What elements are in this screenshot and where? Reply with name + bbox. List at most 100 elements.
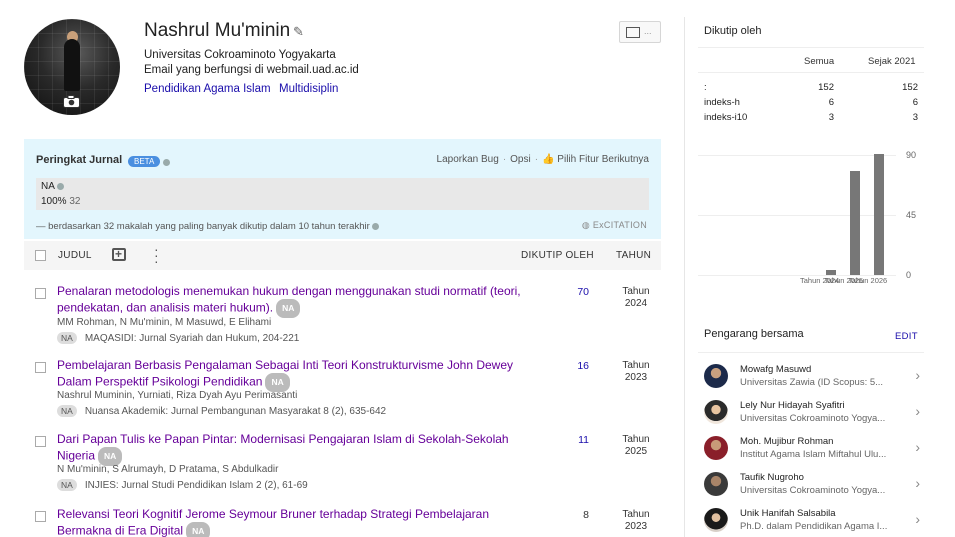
article-checkbox[interactable] <box>35 436 46 447</box>
report-bug-link[interactable]: Laporkan Bug <box>437 154 499 165</box>
camera-icon[interactable] <box>63 95 80 108</box>
coauthor-name: Taufik Nugroho <box>740 472 804 483</box>
chevron-right-icon: › <box>915 511 920 527</box>
cited-row-since: 152 <box>902 82 918 93</box>
coauthor-item[interactable]: Lely Nur Hidayah Syafitri Universitas Co… <box>704 398 920 428</box>
chart-ytick: 0 <box>906 270 912 280</box>
year-label: Tahun <box>622 286 650 297</box>
cited-count-link[interactable]: 16 <box>569 360 589 372</box>
interest-link[interactable]: Multidisiplin <box>279 83 338 95</box>
rank-count: 32 <box>69 196 81 207</box>
coauthor-avatar <box>704 400 728 424</box>
more-options-icon[interactable]: · · · <box>154 242 159 268</box>
article-authors: MM Rohman, N Mu'minin, M Masuwd, E Eliha… <box>57 317 272 328</box>
coauthors-divider <box>698 352 924 353</box>
chevron-right-icon: › <box>915 439 920 455</box>
chevron-right-icon: › <box>915 475 920 491</box>
coauthor-affiliation: Ph.D. dalam Pendidikan Agama I... <box>740 521 888 532</box>
na-badge: NA <box>186 522 211 537</box>
article-year: 2024 <box>624 298 648 309</box>
article-year: 2023 <box>624 372 648 383</box>
cited-by-title: Dikutip oleh <box>704 25 762 37</box>
year-label: Tahun <box>622 509 650 520</box>
coauthor-avatar <box>704 436 728 460</box>
thumbs-up-icon: 👍 <box>542 154 555 165</box>
chart-xtick: Tahun 2026 <box>848 276 888 285</box>
cited-row-label: : <box>704 82 707 93</box>
chevron-right-icon: › <box>915 367 920 383</box>
article-venue: Nuansa Akademik: Jurnal Pembangunan Masy… <box>84 406 387 417</box>
chart-bar[interactable] <box>850 171 860 275</box>
excitation-brand: ExCITATION <box>592 220 647 230</box>
cited-count-link[interactable]: 70 <box>569 286 589 298</box>
coauthor-name: Mowafg Masuwd <box>740 364 812 375</box>
sort-title-button[interactable]: JUDUL <box>58 250 92 261</box>
help-icon[interactable] <box>57 182 65 190</box>
sort-cited-button[interactable]: DIKUTIP OLEH <box>521 250 594 261</box>
article-title[interactable]: Dari Papan Tulis ke Papan Pintar: Modern… <box>57 432 509 463</box>
coauthor-item[interactable]: Mowafg Masuwd Universitas Zawia (ID Scop… <box>704 362 920 392</box>
cited-by-header: Semua Sejak 2021 <box>698 47 924 73</box>
coauthor-avatar <box>704 472 728 496</box>
coauthor-name: Lely Nur Hidayah Syafitri <box>740 400 845 411</box>
edit-pencil-icon[interactable]: ✎ <box>293 24 304 40</box>
article-venue: INJIES: Jurnal Studi Pendidikan Islam 2 … <box>84 480 308 491</box>
na-badge: NA <box>57 405 77 417</box>
beta-badge: BETA <box>128 156 161 167</box>
chart-gridline <box>698 215 896 216</box>
article-authors: Nashrul Muminin, Yurniati, Riza Dyah Ayu… <box>57 390 298 401</box>
coauthor-name: Unik Hanifah Salsabila <box>740 508 836 519</box>
cited-row: indeks-h 6 6 <box>704 97 918 108</box>
help-icon[interactable] <box>163 159 170 166</box>
follow-button[interactable]: ... <box>619 21 661 43</box>
select-all-checkbox[interactable] <box>35 250 46 261</box>
chart-ytick: 45 <box>906 210 917 220</box>
cited-row-all: 3 <box>828 112 834 123</box>
follow-dots: ... <box>644 26 652 36</box>
citations-chart: 90 45 0 Tahun 2024 Tahun 2025 Tahun 2026 <box>698 150 924 290</box>
cited-row-label: indeks-i10 <box>704 112 748 123</box>
coauthor-avatar <box>704 508 728 532</box>
cited-row: : 152 152 <box>704 82 918 93</box>
coauthor-affiliation: Universitas Zawia (ID Scopus: 5... <box>740 377 884 388</box>
sort-year-button[interactable]: TAHUN <box>616 250 651 261</box>
col-all: Semua <box>804 56 835 67</box>
chart-bar[interactable] <box>826 270 836 275</box>
article-checkbox[interactable] <box>35 511 46 522</box>
help-icon[interactable] <box>372 222 380 230</box>
coauthor-affiliation: Universitas Cokroaminoto Yogya... <box>740 413 886 424</box>
chart-bar[interactable] <box>874 154 884 275</box>
article-checkbox[interactable] <box>35 362 46 373</box>
interest-link[interactable]: Pendidikan Agama Islam <box>144 83 271 95</box>
options-link[interactable]: Opsi <box>510 154 531 165</box>
cited-count-link[interactable]: 8 <box>569 509 589 521</box>
next-feature-link[interactable]: Pilih Fitur Berikutnya <box>557 154 649 165</box>
na-badge: NA <box>276 299 301 318</box>
rank-note: — berdasarkan 32 makalah yang paling ban… <box>36 221 370 232</box>
cited-count-link[interactable]: 11 <box>569 434 589 446</box>
cited-row-since: 6 <box>912 97 918 108</box>
journal-rank-title: Peringkat Jurnal <box>36 154 123 166</box>
profile-name: Nashrul Mu'minin <box>144 20 291 41</box>
edit-coauthors-button[interactable]: EDIT <box>895 331 918 342</box>
article-title[interactable]: Relevansi Teori Kognitif Jerome Seymour … <box>57 507 489 537</box>
coauthors-title: Pengarang bersama <box>704 328 804 340</box>
coauthor-avatar <box>704 364 728 388</box>
article-authors: N Mu'minin, S Alrumayh, D Pratama, S Abd… <box>57 464 279 475</box>
article-checkbox[interactable] <box>35 288 46 299</box>
add-article-icon[interactable] <box>112 247 126 261</box>
coauthor-item[interactable]: Unik Hanifah Salsabila Ph.D. dalam Pendi… <box>704 506 920 536</box>
article-venue: MAQASIDI: Jurnal Syariah dan Hukum, 204-… <box>84 333 300 344</box>
journal-rank-panel: Peringkat Jurnal BETA Laporkan Bug · Opsi ·… <box>24 139 661 239</box>
cited-row-all: 6 <box>828 97 834 108</box>
na-badge: NA <box>57 479 77 491</box>
coauthor-affiliation: Institut Agama Islam Miftahul Ulu... <box>740 449 887 460</box>
coauthor-item[interactable]: Moh. Mujibur Rohman Institut Agama Islam… <box>704 434 920 464</box>
year-label: Tahun <box>622 360 650 371</box>
na-badge: NA <box>57 332 77 344</box>
coauthor-item[interactable]: Taufik Nugroho Universitas Cokroaminoto … <box>704 470 920 500</box>
col-since: Sejak 2021 <box>868 56 916 67</box>
chevron-right-icon: › <box>915 403 920 419</box>
article-year: 2023 <box>624 521 648 532</box>
cited-row-label: indeks-h <box>704 97 740 108</box>
